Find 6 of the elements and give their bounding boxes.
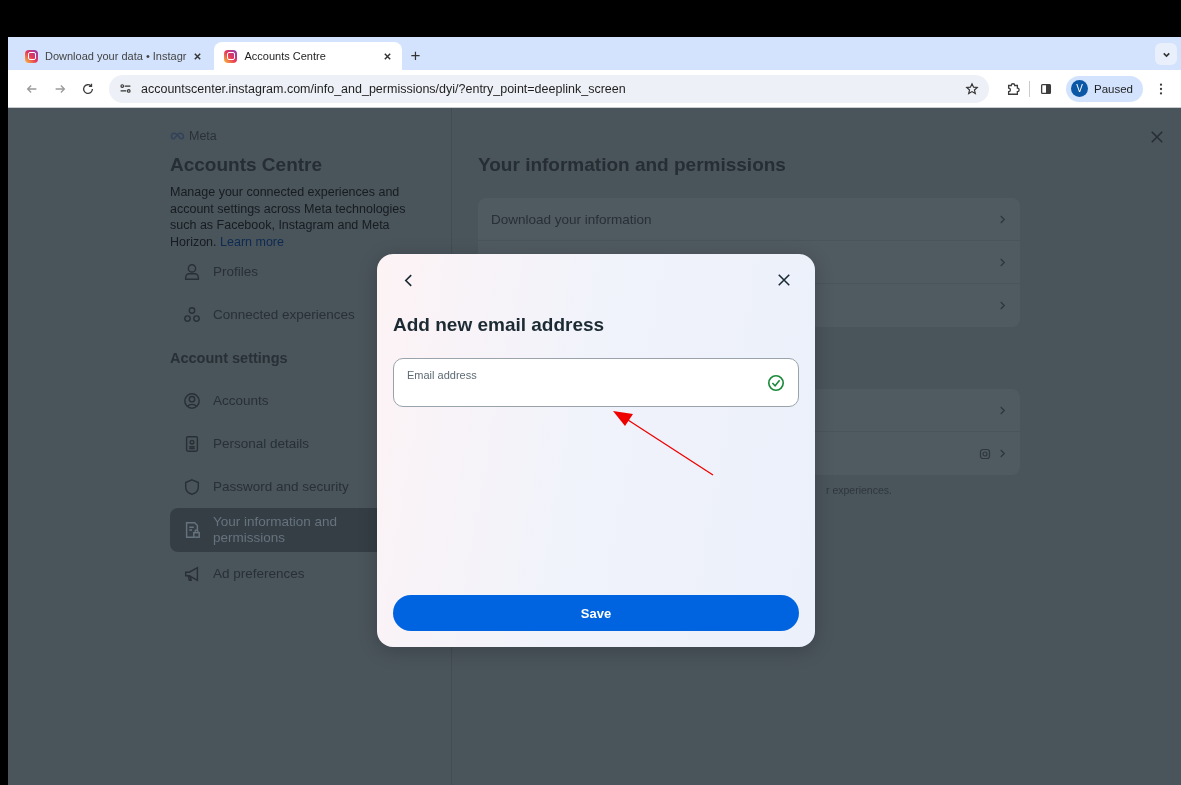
avatar-icon: V: [1071, 80, 1088, 97]
url-text: accountscenter.instagram.com/info_and_permissions/dyi/?entry_point=deeplink_screen: [141, 81, 626, 96]
tab-title: Accounts Centre: [244, 50, 327, 62]
dialog-title: Add new email address: [393, 313, 606, 337]
tab-title: Download your data • Instagr: [45, 50, 187, 62]
sidebar-description: Manage your connected experiences and account settings across Meta technologies such as Facebook, Instagram and Meta Horizon. Learn more: [170, 184, 407, 250]
